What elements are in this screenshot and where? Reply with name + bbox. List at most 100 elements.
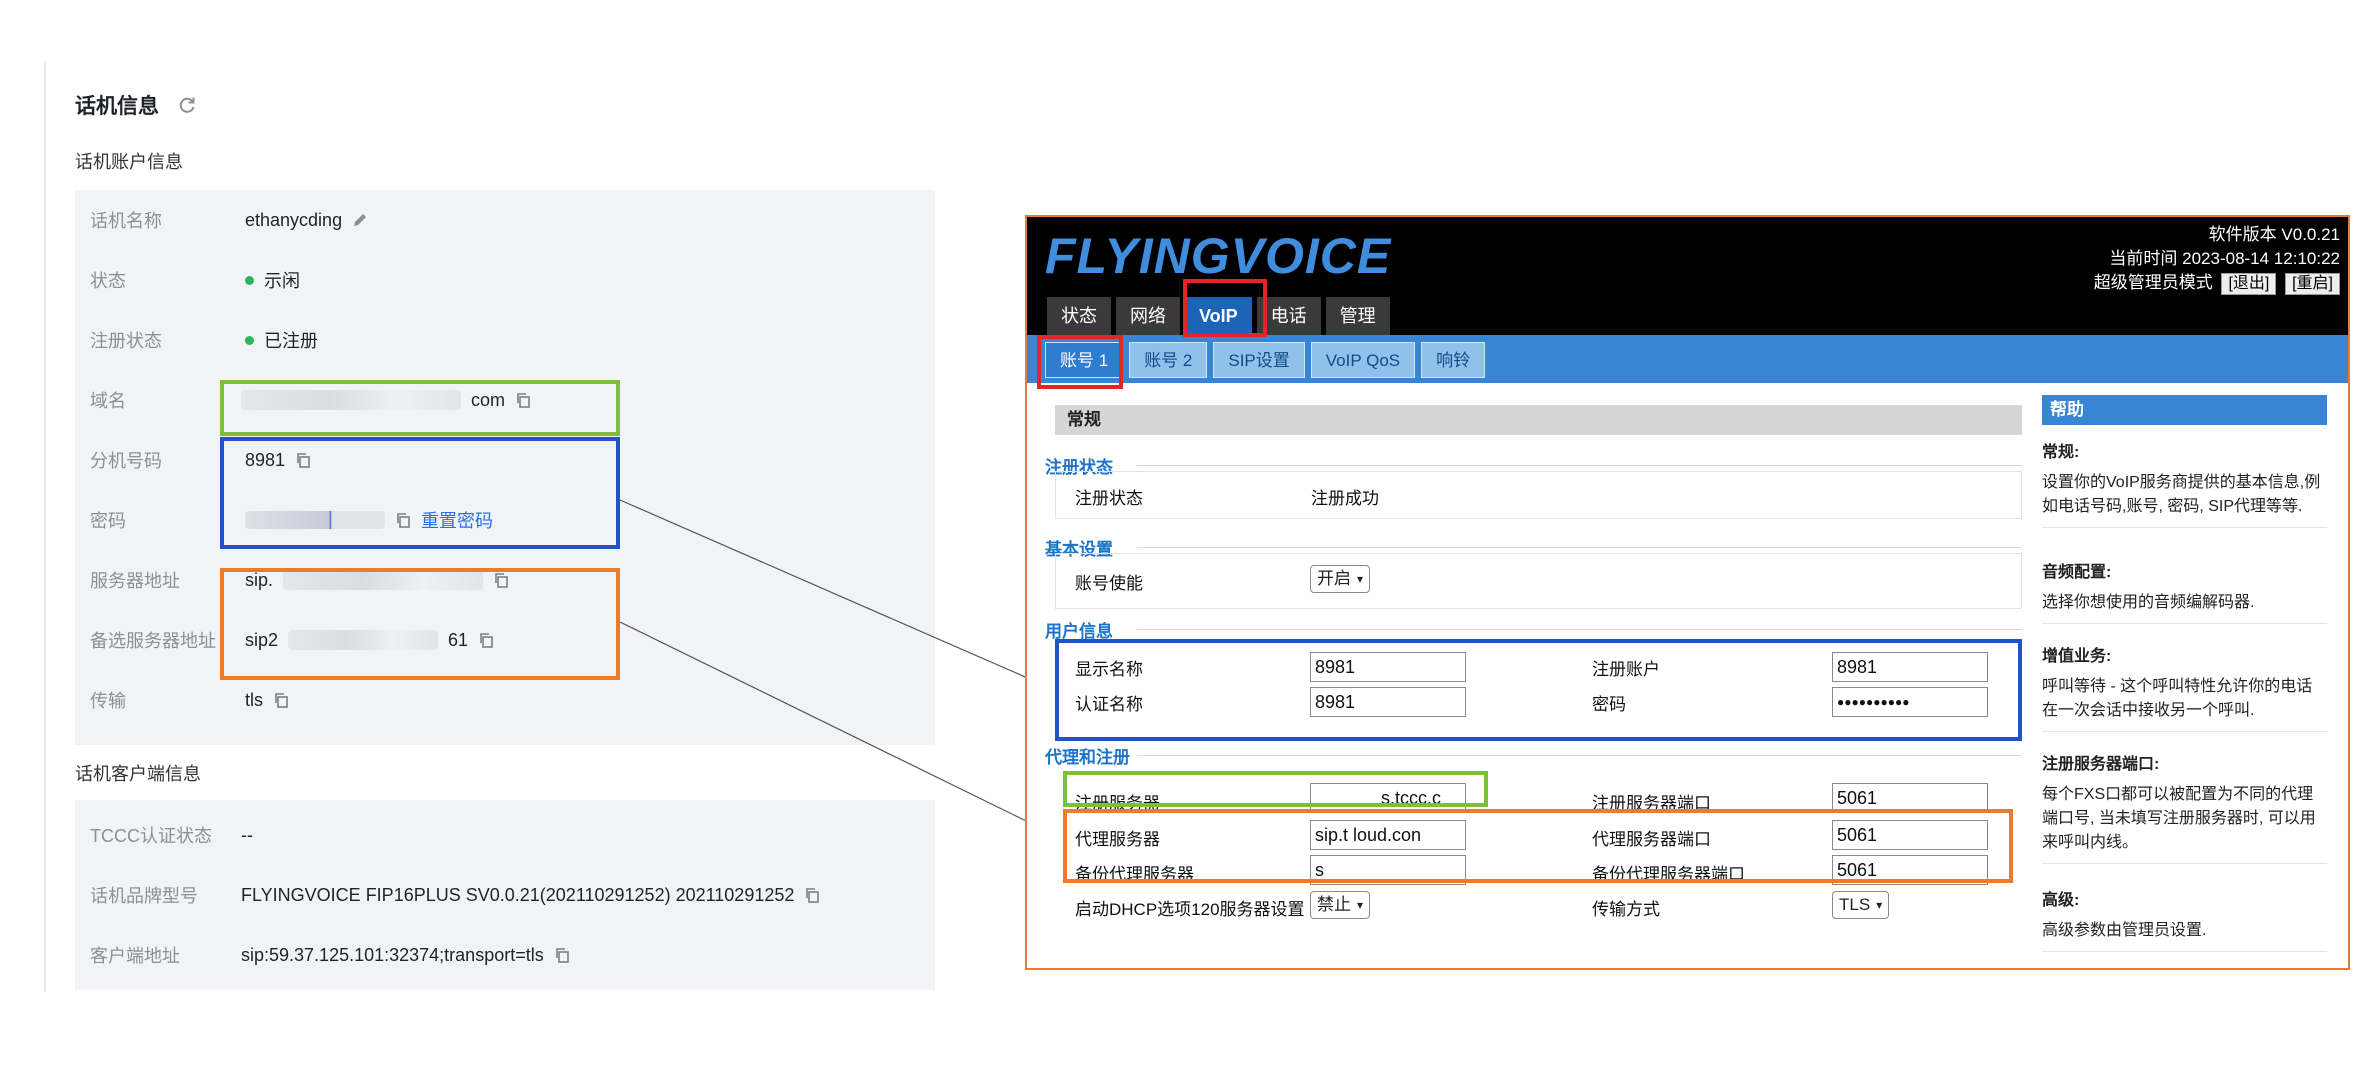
help-general-title: 常规: (2042, 444, 2080, 461)
reboot-button[interactable]: [重启] (2285, 273, 2340, 295)
label-client-address: 客户端地址 (90, 946, 180, 966)
label-transport: 传输方式 (1592, 900, 1660, 919)
highlight-domain (220, 380, 620, 436)
tab-admin[interactable]: 管理 (1325, 297, 1390, 335)
group-proxy: 代理和注册 (1045, 748, 1130, 767)
transport-select-value: TLS (1839, 895, 1871, 914)
help-reg-port-title: 注册服务器端口: (2042, 756, 2160, 773)
client-info-card: TCCC认证状态 -- 话机品牌型号 FLYINGVOICE FIP16PLUS… (75, 800, 935, 990)
phone-name-text: ethanycding (245, 209, 343, 230)
row-client-address: 客户端地址 sip:59.37.125.101:32374;transport=… (75, 925, 935, 985)
highlight-proxy-servers (1063, 809, 2013, 883)
tab-status[interactable]: 状态 (1047, 297, 1111, 335)
row-status: 状态 示闲 (75, 250, 935, 310)
help-reg-port-text: 每个FXS口都可以被配置为不同的代理端口号, 当未填写注册服务器时, 可以用来呼… (2042, 786, 2316, 851)
admin-mode: 超级管理员模式 (2093, 273, 2213, 292)
group-divider (1137, 547, 2022, 548)
value-phone-model: FLYINGVOICE FIP16PLUS SV0.0.21(202110291… (241, 885, 820, 906)
value-register-status: 已注册 (245, 327, 318, 353)
group-divider (1137, 629, 2022, 630)
value-status: 示闲 (245, 267, 300, 293)
tab-account-2[interactable]: 账号 2 (1129, 342, 1208, 378)
value-reg-status: 注册成功 (1311, 489, 1379, 508)
help-audio: 音频配置: 选择你想使用的音频编解码器. (2042, 561, 2327, 624)
device-info: 软件版本 V0.0.21 当前时间 2023-08-14 12:10:22 超级… (2094, 223, 2340, 295)
help-general-text: 设置你的VoIP服务商提供的基本信息,例如电话号码,账号, 密码, SIP代理等… (2042, 474, 2321, 515)
highlight-extension-password (220, 437, 620, 549)
phone-model-text: FLYINGVOICE FIP16PLUS SV0.0.21(202110291… (241, 884, 795, 905)
enable-select-value: 开启 (1317, 569, 1351, 588)
dhcp-select-value: 禁止 (1317, 895, 1351, 914)
help-value-added: 增值业务: 呼叫等待 - 这个呼叫特性允许你的电话在一次会话中接收另一个呼叫. (2042, 645, 2327, 732)
highlight-user-info (1055, 639, 2022, 741)
client-section-title: 话机客户端信息 (75, 764, 201, 784)
label-dhcp-option: 启动DHCP选项120服务器设置 (1075, 900, 1305, 919)
help-general: 常规: 设置你的VoIP服务商提供的基本信息,例如电话号码,账号, 密码, SI… (2042, 441, 2327, 528)
row-tccc-auth: TCCC认证状态 -- (75, 805, 935, 865)
copy-icon[interactable] (804, 887, 820, 903)
row-phone-name: 话机名称 ethanycding (75, 190, 935, 250)
value-tccc-auth: -- (241, 824, 253, 845)
page-title: 话机信息 (75, 90, 197, 120)
highlight-reg-server (1063, 771, 1488, 807)
left-divider (44, 62, 46, 992)
chevron-down-icon: ▾ (1357, 572, 1364, 586)
label-transport: 传输 (90, 691, 126, 711)
label-tccc-auth: TCCC认证状态 (90, 826, 212, 846)
flyingvoice-web-ui: FLYINGVOICE 软件版本 V0.0.21 当前时间 2023-08-14… (1025, 215, 2350, 970)
help-advanced-text: 高级参数由管理员设置. (2042, 922, 2207, 939)
status-text: 示闲 (264, 271, 300, 291)
tab-network[interactable]: 网络 (1116, 297, 1180, 335)
tab-sip-settings[interactable]: SIP设置 (1213, 342, 1305, 378)
page-title-text: 话机信息 (75, 95, 159, 118)
copy-icon[interactable] (554, 947, 570, 963)
admin-line: 超级管理员模式 [退出] [重启] (2094, 271, 2340, 295)
register-dot-icon (245, 335, 254, 345)
label-password: 密码 (90, 511, 126, 531)
enable-select[interactable]: 开启 ▾ (1310, 565, 1371, 593)
edit-icon[interactable] (352, 212, 368, 228)
highlight-voip-tab (1183, 279, 1267, 337)
logout-button[interactable]: [退出] (2221, 273, 2277, 295)
label-register-status: 注册状态 (90, 331, 162, 351)
chevron-down-icon: ▾ (1357, 898, 1364, 912)
help-audio-title: 音频配置: (2042, 564, 2112, 581)
general-header: 常规 (1055, 405, 2022, 435)
help-advanced-title: 高级: (2042, 892, 2080, 909)
tab-ring[interactable]: 响铃 (1421, 342, 1486, 378)
group-divider (1137, 755, 2022, 756)
value-transport: tls (245, 690, 289, 711)
status-dot-icon (245, 275, 254, 285)
help-value-added-text: 呼叫等待 - 这个呼叫特性允许你的电话在一次会话中接收另一个呼叫. (2042, 678, 2313, 719)
label-backup-server: 备选服务器地址 (90, 631, 216, 651)
client-address-text: sip:59.37.125.101:32374;transport=tls (241, 944, 544, 965)
label-phone-name: 话机名称 (90, 211, 162, 231)
software-version: 软件版本 V0.0.21 (2208, 225, 2340, 244)
basic-box (1055, 553, 2022, 609)
label-server-address: 服务器地址 (90, 571, 180, 591)
transport-text: tls (245, 689, 263, 710)
copy-icon[interactable] (273, 692, 289, 708)
tab-voip-qos[interactable]: VoIP QoS (1310, 342, 1416, 378)
dhcp-select[interactable]: 禁止 ▾ (1310, 891, 1371, 919)
label-enable: 账号使能 (1075, 574, 1143, 593)
label-extension: 分机号码 (90, 451, 162, 471)
highlight-account1-tab (1037, 335, 1123, 389)
highlight-servers (220, 568, 620, 680)
chevron-down-icon: ▾ (1876, 898, 1883, 912)
refresh-icon[interactable] (177, 95, 197, 115)
label-phone-model: 话机品牌型号 (90, 886, 198, 906)
label-status: 状态 (90, 271, 126, 291)
group-divider (1137, 465, 2022, 466)
flyingvoice-logo: FLYINGVOICE (1045, 228, 1392, 284)
row-phone-model: 话机品牌型号 FLYINGVOICE FIP16PLUS SV0.0.21(20… (75, 865, 935, 925)
row-register-status: 注册状态 已注册 (75, 310, 935, 370)
help-header: 帮助 (2042, 395, 2327, 425)
value-client-address: sip:59.37.125.101:32374;transport=tls (241, 945, 570, 966)
register-status-box (1055, 471, 2022, 519)
help-audio-text: 选择你想使用的音频编解码器. (2042, 594, 2255, 611)
register-status-text: 已注册 (264, 331, 318, 351)
label-reg-status: 注册状态 (1075, 489, 1143, 508)
transport-select[interactable]: TLS ▾ (1832, 891, 1890, 919)
help-advanced: 高级: 高级参数由管理员设置. (2042, 889, 2327, 952)
